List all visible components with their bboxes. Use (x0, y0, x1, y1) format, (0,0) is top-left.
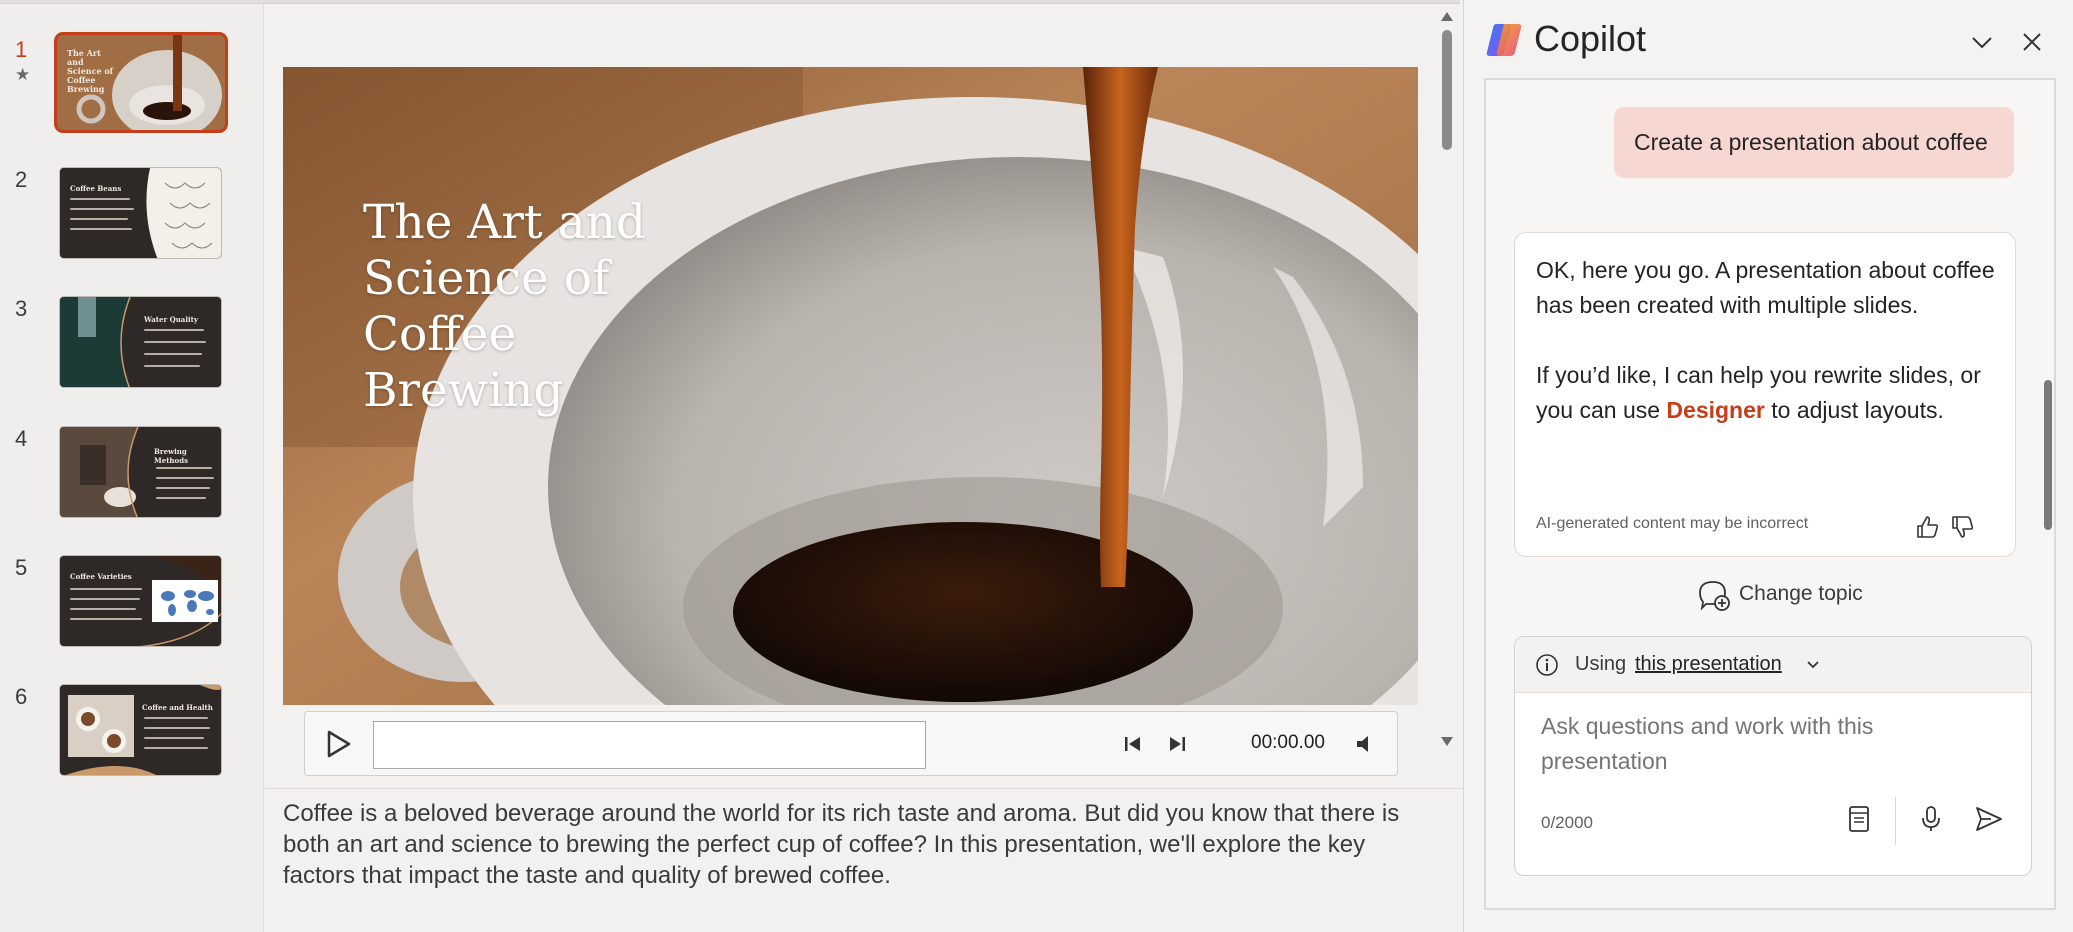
step-back-icon[interactable] (1121, 732, 1145, 756)
slide-thumbnail-row[interactable]: 1 ★ The Art and Science of Coffee Brewin… (0, 32, 264, 149)
slide-number: 5 (15, 555, 28, 580)
thumbnail-text-line (70, 218, 128, 220)
slide-thumbnail-image (60, 556, 221, 646)
slide-number: 3 (15, 296, 28, 321)
thumbnail-title: Coffee Beans (70, 184, 122, 193)
copilot-logo-icon (1486, 24, 1522, 56)
copilot-header: Copilot (1464, 0, 2073, 78)
ai-paragraph-2-end: to adjust layouts. (1764, 397, 1944, 423)
slide-number: 1 (15, 37, 28, 62)
slide-thumbnail-6[interactable]: Coffee and Health (59, 684, 222, 776)
thumbnail-text-line (70, 588, 142, 590)
thumbnail-text-line (156, 477, 214, 479)
thumbnail-text-line (156, 497, 206, 499)
thumbnail-text-line (70, 608, 136, 610)
slide-thumbnail-row[interactable]: 5 Coffee Varieties (0, 555, 264, 667)
thumbs-up-icon[interactable] (1915, 514, 1941, 540)
step-forward-icon[interactable] (1165, 732, 1189, 756)
speaker-notes[interactable]: Coffee is a beloved beverage around the … (283, 798, 1413, 891)
change-topic-label: Change topic (1739, 582, 1863, 605)
thumbnail-text-line (70, 228, 132, 230)
thumbnail-text-line (144, 717, 208, 719)
context-link[interactable]: this presentation (1635, 653, 1782, 676)
thumbnail-text-line (70, 208, 134, 210)
prompt-guide-icon[interactable] (1843, 803, 1875, 835)
scroll-up-arrow-icon[interactable] (1440, 10, 1454, 22)
thumbnail-text-line (144, 747, 208, 749)
thumbnail-title: Coffee Varieties (70, 572, 132, 581)
thumbnail-title: Water Quality (144, 315, 198, 324)
slide-number: 4 (15, 426, 28, 451)
prompt-composer: Using this presentation 0/2000 (1514, 636, 2032, 876)
thumbnail-text-line (156, 487, 210, 489)
ai-paragraph-1: OK, here you go. A presentation about co… (1536, 257, 1995, 318)
thumbnail-text-line (70, 198, 130, 200)
editor-scrollbar[interactable] (1434, 4, 1460, 759)
slide-thumbnail-row[interactable]: 4 Brewing Methods (0, 426, 264, 538)
user-message: Create a presentation about coffee (1614, 107, 2014, 178)
ai-paragraph-2: If you’d like, I can help you rewrite sl… (1536, 358, 2006, 428)
copilot-pane: Copilot Create a presentation about coff… (1463, 0, 2073, 932)
using-label: Using (1575, 653, 1627, 675)
slide-thumbnail-image (60, 685, 221, 775)
ai-response-card: OK, here you go. A presentation about co… (1514, 232, 2016, 557)
slide-thumbnail-row[interactable]: 6 Coffee and Health (0, 684, 264, 796)
notes-divider[interactable] (265, 788, 1465, 789)
slide-thumbnail-4[interactable]: Brewing Methods (59, 426, 222, 518)
animation-star-icon: ★ (15, 65, 31, 84)
ai-response-text: OK, here you go. A presentation about co… (1536, 253, 2006, 428)
volume-icon[interactable] (1353, 732, 1377, 756)
slide-thumbnail-3[interactable]: Water Quality (59, 296, 222, 388)
context-selector[interactable]: Using this presentation (1515, 637, 2031, 693)
thumbnail-text-line (144, 353, 202, 355)
close-icon[interactable] (2019, 29, 2045, 55)
copilot-scrollbar-thumb[interactable] (2044, 380, 2052, 530)
slide-thumbnail-1[interactable]: The Art and Science of Coffee Brewing (54, 32, 228, 133)
thumbnail-text-line (156, 467, 212, 469)
thumbnail-title: Brewing Methods (154, 447, 189, 465)
slide-number: 6 (15, 684, 28, 709)
thumbnail-text-line (144, 365, 200, 367)
info-icon (1536, 654, 1558, 676)
prompt-input[interactable] (1541, 709, 2001, 789)
slide-thumbnail-2[interactable]: Coffee Beans (59, 167, 222, 259)
composer-separator (1895, 797, 1896, 845)
copilot-chat-area[interactable]: Create a presentation about coffee OK, h… (1484, 78, 2056, 910)
thumbnail-title: The Art and Science of Coffee Brewing (67, 48, 114, 94)
thumbnail-text-line (144, 737, 204, 739)
media-controls: 00:00.00 (304, 711, 1398, 776)
scrollbar-thumb[interactable] (1442, 30, 1452, 150)
slide-thumbnail-image (60, 168, 221, 258)
media-progress-track[interactable] (373, 721, 926, 769)
slide-thumbnail-image (60, 427, 221, 517)
play-icon[interactable] (319, 726, 355, 762)
slide-thumbnail-row[interactable]: 2 Coffee Beans (0, 167, 264, 279)
media-time: 00:00.00 (1251, 732, 1325, 753)
new-chat-icon (1699, 581, 1730, 611)
slide-thumbnails-pane[interactable]: 1 ★ The Art and Science of Coffee Brewin… (0, 4, 264, 932)
thumbnail-text-line (144, 329, 204, 331)
thumbnail-text-line (144, 341, 206, 343)
slide-title[interactable]: The Art and Science of Coffee Brewing (363, 195, 723, 419)
microphone-icon[interactable] (1915, 803, 1947, 835)
send-icon[interactable] (1973, 803, 2005, 835)
thumbnail-title: Coffee and Health (142, 703, 213, 712)
thumbnail-text-line (70, 618, 142, 620)
current-slide[interactable]: The Art and Science of Coffee Brewing (283, 67, 1418, 705)
scroll-down-arrow-icon[interactable] (1440, 736, 1454, 748)
slide-thumbnail-5[interactable]: Coffee Varieties (59, 555, 222, 647)
slide-thumbnail-row[interactable]: 3 Water Quality (0, 296, 264, 408)
chevron-down-icon[interactable] (1969, 29, 1995, 55)
slide-number: 2 (15, 167, 28, 192)
designer-link[interactable]: Designer (1666, 397, 1764, 423)
thumbnail-text-line (144, 727, 210, 729)
thumbs-down-icon[interactable] (1950, 514, 1976, 540)
chevron-down-icon[interactable] (1805, 657, 1821, 673)
character-counter: 0/2000 (1541, 813, 1593, 832)
ai-disclaimer: AI-generated content may be incorrect (1536, 515, 1809, 532)
thumbnail-text-line (70, 598, 140, 600)
copilot-title: Copilot (1534, 18, 1647, 59)
